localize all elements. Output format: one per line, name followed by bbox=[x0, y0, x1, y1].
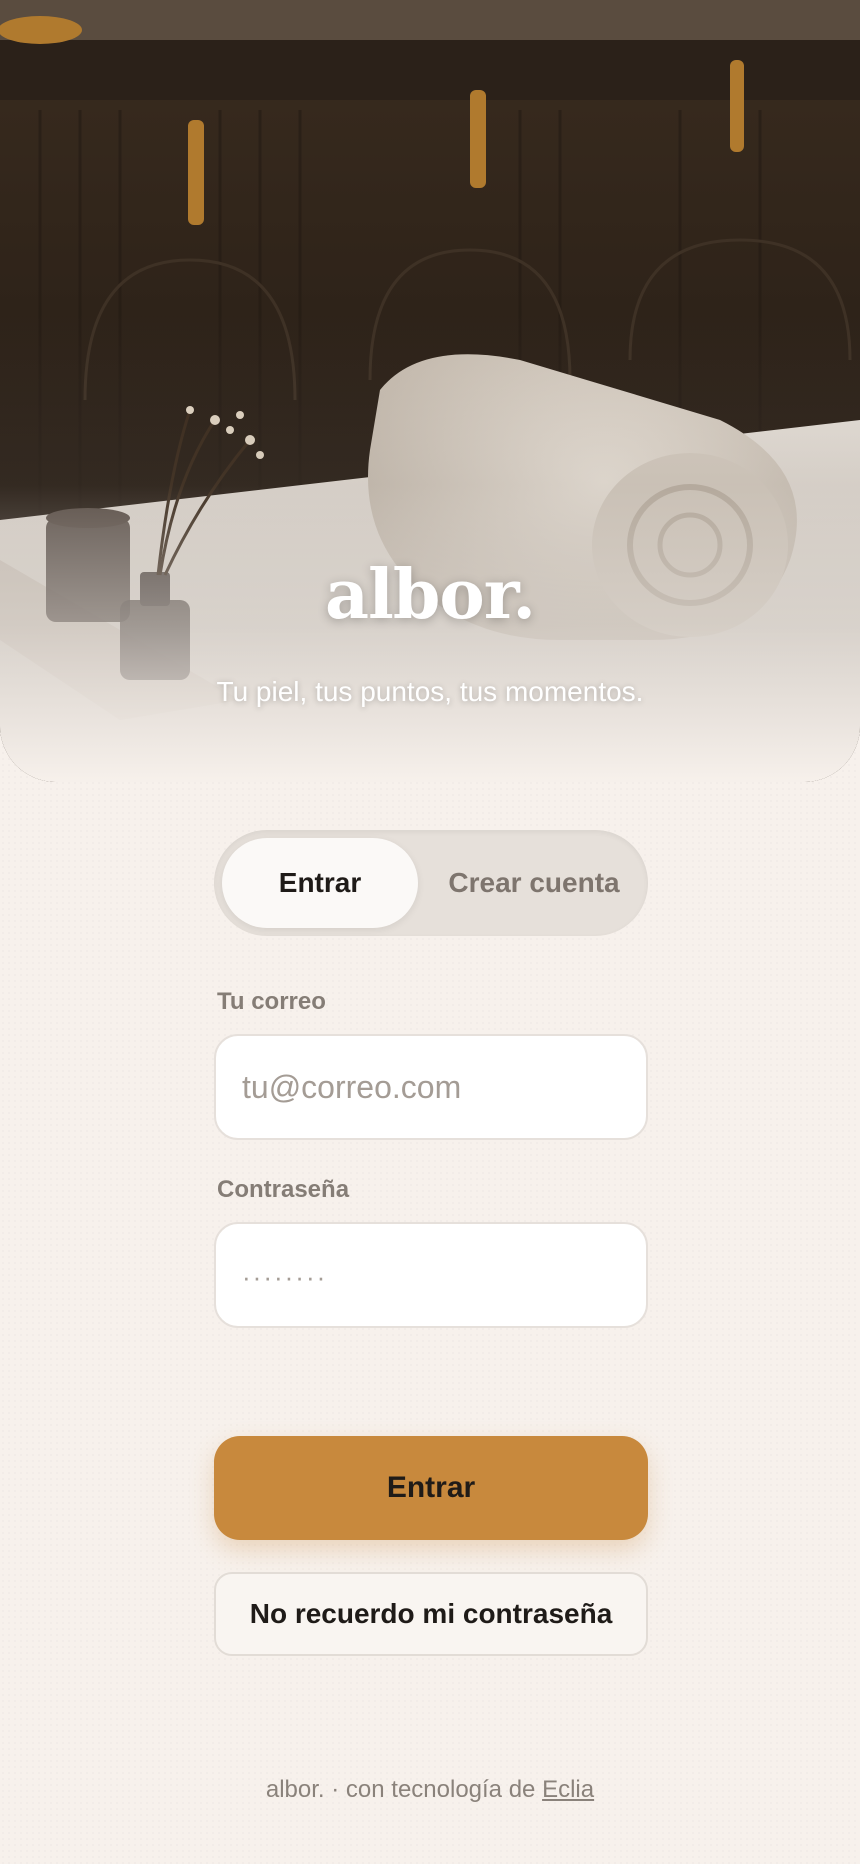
tab-create-account[interactable]: Crear cuenta bbox=[426, 838, 642, 928]
email-field[interactable] bbox=[214, 1034, 648, 1140]
forgot-password-button[interactable]: No recuerdo mi contraseña bbox=[214, 1572, 648, 1656]
hero-gradient-overlay bbox=[0, 0, 860, 782]
email-label: Tu correo bbox=[217, 988, 326, 1015]
login-submit-button[interactable]: Entrar bbox=[214, 1436, 648, 1540]
footer-credit: albor. · con tecnología de bbox=[265, 1776, 536, 1803]
tab-login[interactable]: Entrar bbox=[222, 838, 418, 928]
password-label: Contraseña bbox=[217, 1176, 350, 1203]
footer-eclia-link[interactable]: Eclia bbox=[542, 1776, 594, 1803]
password-field[interactable] bbox=[214, 1222, 648, 1328]
footer: albor. · con tecnología de Eclia bbox=[0, 1776, 860, 1804]
brand-logo: albor. bbox=[324, 555, 536, 635]
brand-tagline: Tu piel, tus puntos, tus momentos. bbox=[216, 676, 644, 707]
hero-banner: albor. Tu piel, tus puntos, tus momentos… bbox=[0, 0, 860, 782]
auth-mode-switch: Entrar Crear cuenta bbox=[214, 830, 648, 936]
